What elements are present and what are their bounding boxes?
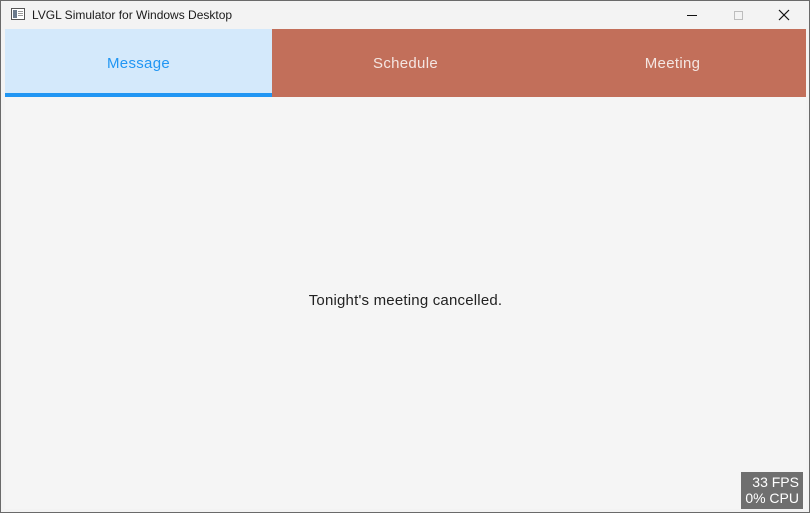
close-icon [778,9,790,21]
close-button[interactable] [761,1,807,29]
tab-bar: Message Schedule Meeting [5,29,806,97]
maximize-icon [733,10,743,20]
minimize-button[interactable] [669,1,715,29]
title-bar[interactable]: LVGL Simulator for Windows Desktop [1,1,809,29]
tab-schedule[interactable]: Schedule [272,29,539,97]
tab-meeting[interactable]: Meeting [539,29,806,97]
fps-readout: 33 FPS [752,474,799,490]
window-app-icon [11,8,25,20]
lvgl-screen: Message Schedule Meeting Tonight's meeti… [5,29,806,509]
message-text: Tonight's meeting cancelled. [308,292,503,309]
window-title: LVGL Simulator for Windows Desktop [32,8,233,22]
tab-content: Tonight's meeting cancelled. [5,97,806,509]
cpu-readout: 0% CPU [745,490,799,506]
simulator-window: LVGL Simulator for Windows Desktop Messa… [0,0,810,513]
perf-monitor: 33 FPS 0% CPU [741,472,803,509]
maximize-button[interactable] [715,1,761,29]
tab-message[interactable]: Message [5,29,272,97]
minimize-icon [687,14,697,16]
